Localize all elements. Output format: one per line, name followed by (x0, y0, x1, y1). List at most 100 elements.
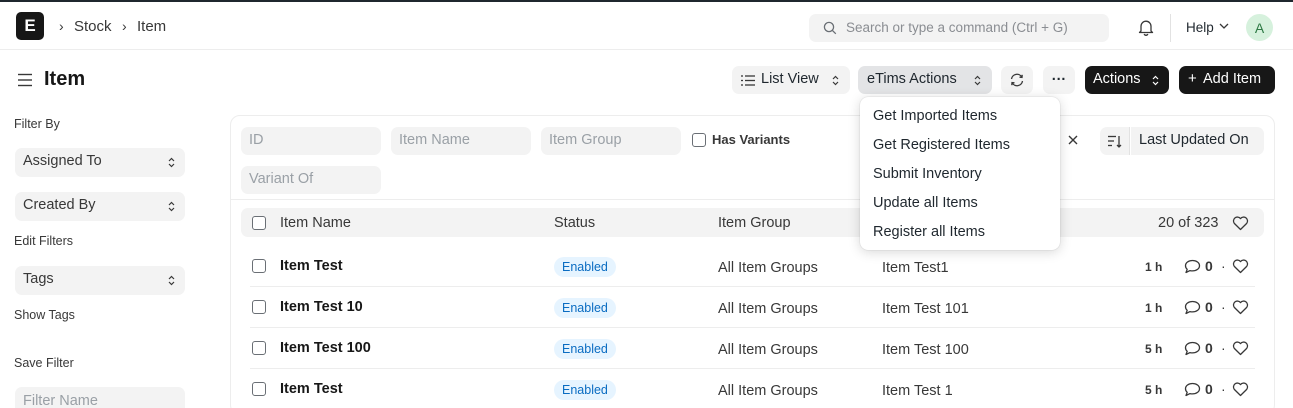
column-header-status[interactable]: Status (554, 215, 595, 231)
row-divider (250, 327, 1255, 328)
chevron-right-icon: › (59, 18, 64, 34)
item-code-cell: Item Test 100 (882, 342, 969, 358)
has-variants-label: Has Variants (712, 132, 791, 147)
row-checkbox[interactable] (252, 259, 266, 273)
status-badge: Enabled (554, 339, 616, 359)
comment-icon[interactable] (1184, 300, 1201, 315)
comment-icon[interactable] (1184, 259, 1201, 274)
heart-icon[interactable] (1232, 300, 1249, 315)
updown-icon (974, 75, 981, 86)
status-badge: Enabled (554, 380, 616, 400)
comment-icon[interactable] (1184, 341, 1201, 356)
search-input[interactable]: Search or type a command (Ctrl + G) (809, 14, 1109, 42)
row-divider (250, 368, 1255, 369)
sort-order-button[interactable] (1100, 127, 1130, 155)
updown-icon (168, 157, 175, 168)
item-group-cell: All Item Groups (718, 383, 818, 399)
list-view-button[interactable]: List View (732, 66, 850, 94)
separator-dot: · (1221, 299, 1226, 315)
actions-label: Actions (1093, 71, 1141, 87)
save-filter-heading: Save Filter (14, 356, 74, 370)
row-checkbox[interactable] (252, 341, 266, 355)
edit-filters-link[interactable]: Edit Filters (14, 234, 73, 248)
show-tags-link[interactable]: Show Tags (14, 308, 75, 322)
help-menu[interactable]: Help (1186, 20, 1214, 35)
clear-filters-icon[interactable] (1067, 134, 1079, 146)
etims-actions-dropdown: Get Imported Items Get Registered Items … (860, 97, 1060, 250)
nav-divider (1170, 14, 1171, 42)
select-all-checkbox[interactable] (252, 216, 266, 230)
comment-count: 0 (1205, 381, 1213, 397)
menu-item-update-all-items[interactable]: Update all Items (873, 195, 978, 211)
filter-name-input[interactable]: Filter Name (15, 387, 185, 408)
menu-item-get-registered-items[interactable]: Get Registered Items (873, 137, 1010, 153)
actions-button[interactable]: Actions (1085, 66, 1169, 94)
app-logo[interactable]: E (16, 12, 44, 40)
modified-time: 5 h (1145, 342, 1163, 356)
avatar[interactable]: A (1246, 14, 1273, 41)
add-item-label: Add Item (1203, 71, 1262, 87)
add-item-button[interactable]: + Add Item (1179, 66, 1275, 94)
bell-icon[interactable] (1138, 19, 1154, 36)
id-filter-input[interactable]: ID (241, 127, 381, 155)
heart-icon[interactable] (1232, 259, 1249, 274)
comment-count: 0 (1205, 299, 1213, 315)
variant-of-filter-input[interactable]: Variant Of (241, 166, 381, 194)
etims-actions-button[interactable]: eTims Actions (858, 66, 992, 94)
menu-item-register-all-items[interactable]: Register all Items (873, 224, 985, 240)
sidebar-toggle-icon[interactable] (17, 73, 33, 87)
heart-icon[interactable] (1232, 382, 1249, 397)
assigned-to-select[interactable]: Assigned To (15, 148, 185, 177)
comment-count: 0 (1205, 258, 1213, 274)
breadcrumb-stock[interactable]: Stock (74, 18, 112, 35)
separator-dot: · (1221, 381, 1226, 397)
sort-icon (1108, 135, 1122, 148)
created-by-label: Created By (23, 197, 96, 213)
comment-icon[interactable] (1184, 382, 1201, 397)
search-placeholder: Search or type a command (Ctrl + G) (846, 20, 1068, 35)
heart-icon[interactable] (1232, 216, 1249, 231)
assigned-to-label: Assigned To (23, 153, 102, 169)
item-name-link[interactable]: Item Test 10 (280, 299, 363, 315)
filter-by-heading: Filter By (14, 117, 60, 131)
item-code-cell: Item Test1 (882, 260, 949, 276)
filter-divider (231, 199, 1274, 200)
row-divider (250, 286, 1255, 287)
modified-time: 5 h (1145, 383, 1163, 397)
page-title: Item (44, 68, 86, 90)
item-group-cell: All Item Groups (718, 342, 818, 358)
refresh-button[interactable] (1001, 66, 1033, 94)
chevron-right-icon: › (122, 18, 127, 34)
item-group-cell: All Item Groups (718, 260, 818, 276)
has-variants-checkbox[interactable] (692, 133, 706, 147)
column-header-item-group[interactable]: Item Group (718, 215, 791, 231)
tags-label: Tags (23, 271, 54, 287)
navbar: E › Stock › Item Search or type a comman… (0, 0, 1293, 50)
refresh-icon (1010, 73, 1024, 87)
item-name-link[interactable]: Item Test (280, 381, 343, 397)
created-by-select[interactable]: Created By (15, 192, 185, 221)
sort-by-selector[interactable]: Last Updated On (1131, 127, 1264, 155)
updown-icon (832, 75, 839, 86)
item-code-cell: Item Test 1 (882, 383, 953, 399)
tags-select[interactable]: Tags (15, 266, 185, 295)
row-checkbox[interactable] (252, 300, 266, 314)
item-code-cell: Item Test 101 (882, 301, 969, 317)
more-options-button[interactable]: ··· (1043, 66, 1075, 94)
item-group-filter-input[interactable]: Item Group (541, 127, 681, 155)
menu-item-submit-inventory[interactable]: Submit Inventory (873, 166, 982, 182)
record-count: 20 of 323 (1158, 215, 1219, 231)
menu-item-get-imported-items[interactable]: Get Imported Items (873, 108, 997, 124)
column-header-item-name[interactable]: Item Name (280, 215, 351, 231)
row-checkbox[interactable] (252, 382, 266, 396)
breadcrumb-item[interactable]: Item (137, 18, 166, 35)
heart-icon[interactable] (1232, 341, 1249, 356)
item-name-filter-input[interactable]: Item Name (391, 127, 531, 155)
search-icon (823, 21, 837, 35)
item-name-link[interactable]: Item Test 100 (280, 340, 371, 356)
item-group-cell: All Item Groups (718, 301, 818, 317)
list-icon (741, 75, 755, 86)
plus-icon: + (1188, 70, 1197, 87)
separator-dot: · (1221, 340, 1226, 356)
item-name-link[interactable]: Item Test (280, 258, 343, 274)
